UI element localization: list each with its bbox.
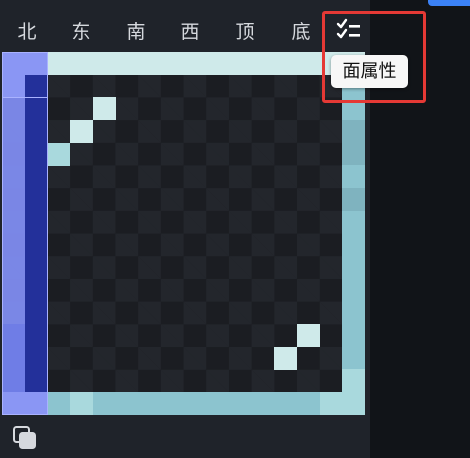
uv-selection-outline (2, 52, 48, 415)
uv-texture-canvas[interactable] (2, 52, 365, 415)
texture-pixel (70, 120, 93, 143)
texture-border-top (47, 52, 365, 75)
texture-pixel (297, 324, 320, 347)
texture-pixel (70, 392, 93, 415)
accent-strip (428, 0, 470, 6)
tab-east[interactable]: 东 (66, 18, 96, 46)
tab-west[interactable]: 西 (175, 18, 205, 46)
texture-pixel (47, 143, 70, 166)
texture-pixel (274, 347, 297, 370)
copy-icon (13, 426, 36, 449)
face-properties-tooltip: 面属性 (331, 55, 408, 88)
texture-border-bottom (47, 392, 365, 415)
uv-outline-line (2, 97, 48, 98)
texture-pixel (342, 188, 365, 211)
tab-bottom[interactable]: 底 (286, 18, 316, 46)
copy-button[interactable] (12, 425, 38, 451)
texture-pixel (342, 120, 365, 165)
texture-pixel (342, 369, 365, 392)
tab-north[interactable]: 北 (12, 18, 42, 46)
texture-pixel (320, 392, 365, 415)
uv-editor-panel: 北 东 南 西 顶 底 面属性 (0, 0, 470, 458)
tab-top[interactable]: 顶 (230, 18, 260, 46)
texture-pixel (93, 97, 116, 120)
tab-south[interactable]: 南 (121, 18, 151, 46)
